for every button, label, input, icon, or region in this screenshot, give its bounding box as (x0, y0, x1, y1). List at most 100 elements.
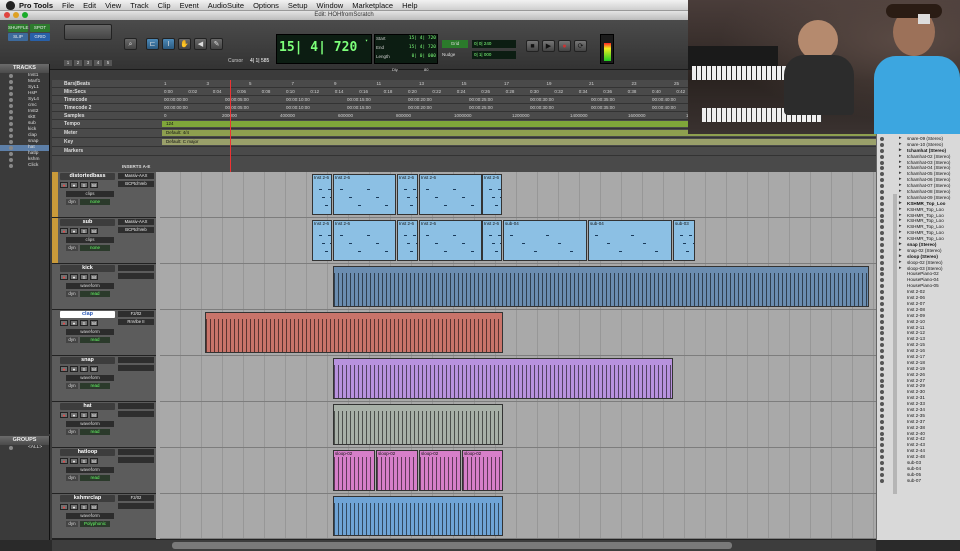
insert-slot-a[interactable]: F2/02 (118, 495, 154, 501)
track-view-selector[interactable]: waveform (66, 329, 114, 335)
mute-button[interactable]: M (90, 366, 98, 372)
spot-mode-button[interactable]: SPOT (30, 24, 50, 32)
clip[interactable] (333, 496, 503, 536)
ruler-key[interactable]: Key Default: C major (52, 138, 876, 147)
track-lane-kick[interactable] (160, 264, 876, 310)
zoom-preset-3[interactable]: 3 (84, 60, 92, 66)
clip[interactable]: sub-04 (588, 220, 672, 261)
clip[interactable]: sloop-02 (462, 450, 503, 491)
track-view-selector[interactable]: clips (66, 237, 114, 243)
track-lane-distortedbass[interactable]: Inst 2-6 Inst 2-6 Inst 2-6 Inst 2-6 Inst 2-6 (160, 172, 876, 218)
automation-mode[interactable]: none (80, 199, 110, 205)
dyn-button[interactable]: dyn (66, 429, 78, 435)
dyn-button[interactable]: dyn (66, 337, 78, 343)
dyn-button[interactable]: dyn (66, 199, 78, 205)
mute-button[interactable]: M (90, 320, 98, 326)
track-name[interactable]: snap (60, 357, 115, 364)
zoomer-tool-icon[interactable]: ⌕ (124, 38, 137, 50)
close-icon[interactable] (4, 12, 10, 18)
menu-window[interactable]: Window (317, 1, 344, 10)
record-enable-button[interactable]: ● (60, 320, 68, 326)
clip[interactable]: Inst 2-6 (333, 174, 396, 215)
track-lane-kshmrclap[interactable] (160, 494, 876, 539)
minimize-icon[interactable] (13, 12, 19, 18)
record-enable-button[interactable]: ● (60, 274, 68, 280)
track-name[interactable]: hat (60, 403, 115, 410)
zoom-icon[interactable] (22, 12, 28, 18)
dyn-button[interactable]: dyn (66, 291, 78, 297)
input-monitor-button[interactable]: ● (70, 228, 78, 234)
grid-mode-button[interactable]: GRID (30, 33, 50, 41)
track-name[interactable]: kshmrclap (60, 495, 115, 502)
track-view-selector[interactable]: waveform (66, 375, 114, 381)
track-lane-clap[interactable] (160, 310, 876, 356)
app-menu[interactable]: Pro Tools (19, 1, 53, 10)
insert-slot-a[interactable] (118, 403, 154, 409)
track-header-kshmrclap[interactable]: kshmrclap ● ● S M waveform dyn Polyphoni… (52, 494, 156, 539)
solo-button[interactable]: S (80, 228, 88, 234)
clip-list-item[interactable]: sub-07 (877, 478, 960, 484)
clip[interactable]: sloop-02 (376, 450, 418, 491)
record-enable-button[interactable]: ● (60, 228, 68, 234)
track-lane-snap[interactable] (160, 356, 876, 402)
main-counter[interactable]: 15| 4| 720 ▾ (276, 34, 372, 64)
apple-icon[interactable] (6, 0, 15, 10)
insert-slot-a[interactable]: F2/02 (118, 311, 154, 317)
solo-button[interactable]: S (80, 366, 88, 372)
insert-slot-a[interactable] (118, 265, 154, 271)
track-view-selector[interactable]: waveform (66, 421, 114, 427)
zoom-preset-1[interactable]: 1 (64, 60, 72, 66)
insert-slot-b[interactable]: RnVibe II (118, 319, 154, 325)
input-monitor-button[interactable]: ● (70, 320, 78, 326)
zoom-preset-4[interactable]: 4 (94, 60, 102, 66)
automation-mode[interactable]: Polyphonic (80, 521, 110, 527)
clip-list-scrollbar[interactable] (893, 194, 897, 494)
clip[interactable]: Inst 2-6 (333, 220, 396, 261)
automation-mode[interactable]: none (80, 245, 110, 251)
automation-mode[interactable]: read (80, 383, 110, 389)
nudge-value[interactable]: 0| 1| 000 (472, 51, 516, 59)
track-header-clap[interactable]: clap ● ● S M waveform dyn read F2/02 RnV… (52, 310, 156, 356)
record-enable-button[interactable]: ● (60, 458, 68, 464)
selector-tool-icon[interactable]: I (162, 38, 175, 50)
clip[interactable]: sub-03 (673, 220, 695, 261)
track-name[interactable]: sub (60, 219, 115, 226)
key-value[interactable]: Default: C major (162, 139, 876, 145)
solo-button[interactable]: S (80, 274, 88, 280)
clip[interactable] (333, 404, 503, 445)
grabber-tool-icon[interactable]: ✋ (178, 38, 191, 50)
clip[interactable]: sloop-02 (333, 450, 375, 491)
clip[interactable]: Inst 2-6 (482, 220, 502, 261)
menu-track[interactable]: Track (130, 1, 148, 10)
play-button[interactable]: ▶ (542, 40, 555, 52)
input-monitor-button[interactable]: ● (70, 274, 78, 280)
track-header-distortedbass[interactable]: distortedbass ● ● S M clips dyn none Mas… (52, 172, 156, 218)
grid-button[interactable]: Grid (442, 40, 468, 48)
track-lane-hat[interactable] (160, 402, 876, 448)
solo-button[interactable]: S (80, 182, 88, 188)
track-view-selector[interactable]: waveform (66, 467, 114, 473)
zoom-controls[interactable] (64, 24, 112, 40)
dyn-button[interactable]: dyn (66, 475, 78, 481)
record-enable-button[interactable]: ● (60, 412, 68, 418)
record-enable-button[interactable]: ● (60, 504, 68, 510)
solo-button[interactable]: S (80, 412, 88, 418)
insert-slot-b[interactable] (118, 365, 154, 371)
groups-panel-title[interactable]: GROUPS (0, 436, 49, 445)
clip[interactable]: Inst 2-6 (397, 220, 418, 261)
solo-button[interactable]: S (80, 504, 88, 510)
record-button[interactable]: ● (558, 40, 571, 52)
clip[interactable]: Inst 2-6 (397, 174, 418, 215)
menu-marketplace[interactable]: Marketplace (352, 1, 393, 10)
start-value[interactable]: 15| 4| 720 (409, 36, 436, 45)
clip[interactable]: Inst 2-6 (312, 174, 332, 215)
track-view-selector[interactable]: waveform (66, 283, 114, 289)
track-list-item[interactable]: Click (0, 163, 49, 169)
input-monitor-button[interactable]: ● (70, 412, 78, 418)
automation-mode[interactable]: read (80, 337, 110, 343)
track-header-kick[interactable]: kick ● ● S M waveform dyn read (52, 264, 156, 310)
insert-slot-b[interactable] (118, 273, 154, 279)
group-all[interactable]: <ALL> (0, 445, 49, 451)
insert-slot-a[interactable] (118, 449, 154, 455)
slip-mode-button[interactable]: SLIP (8, 33, 28, 41)
